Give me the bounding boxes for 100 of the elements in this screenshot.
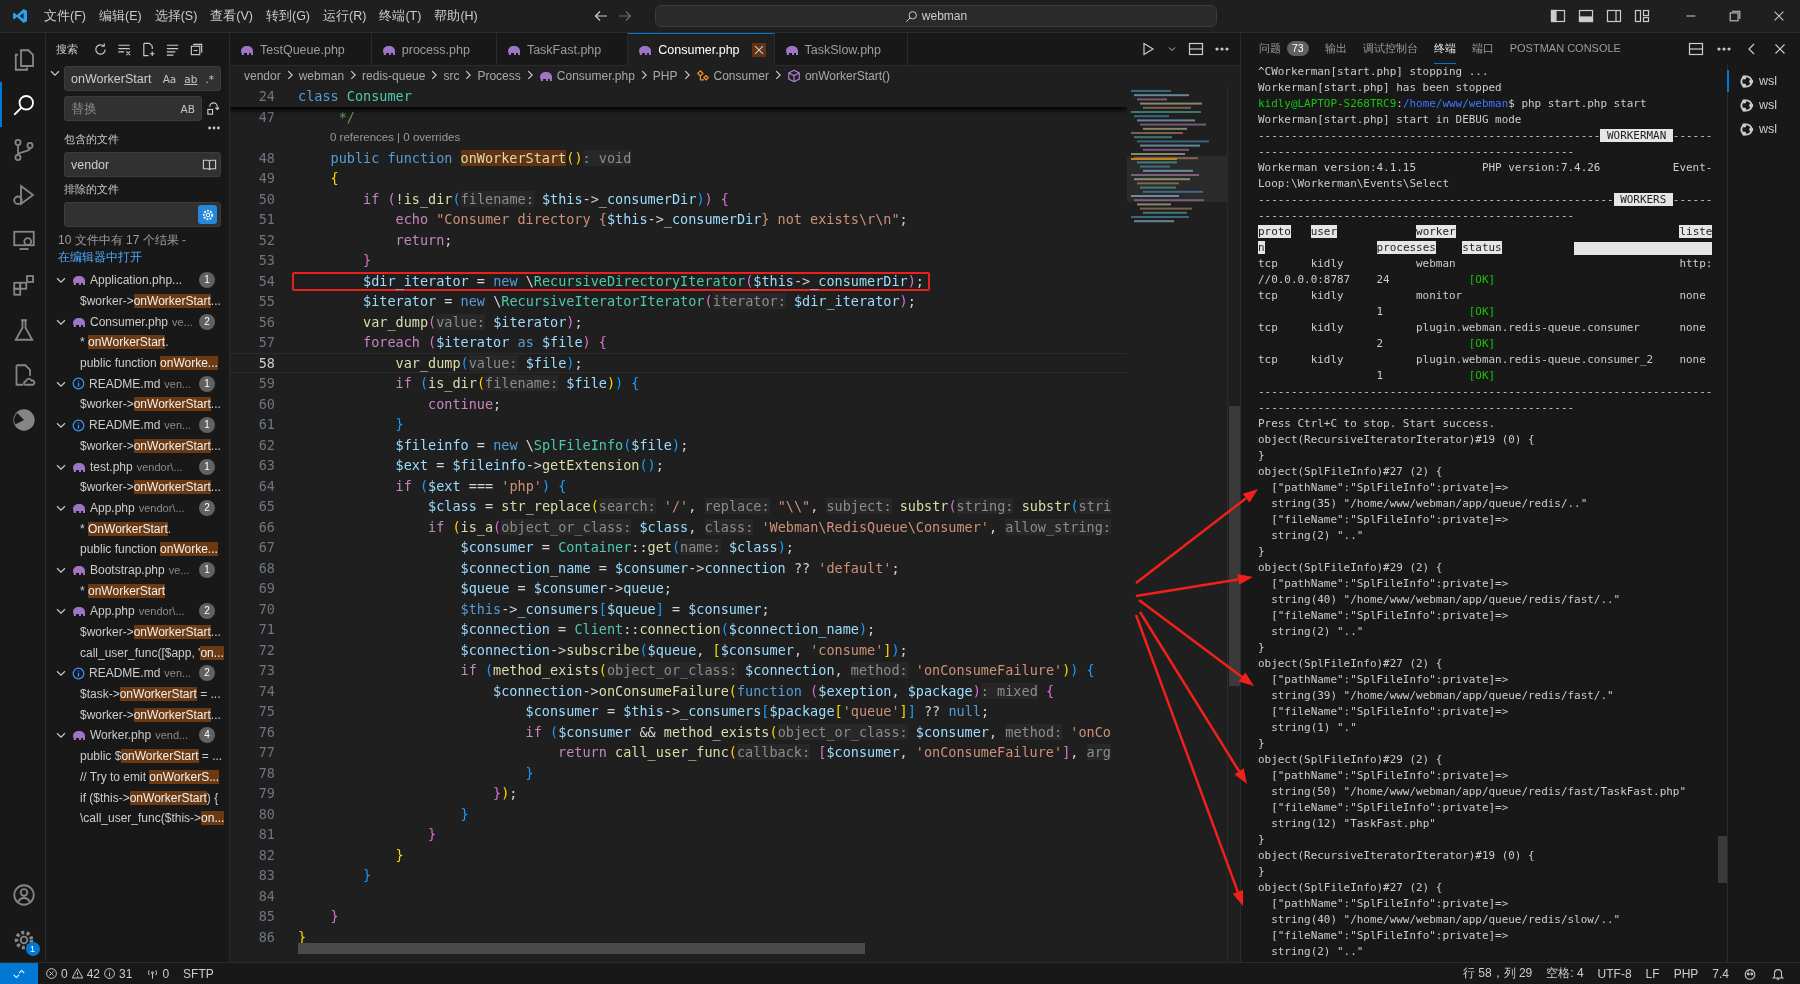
- account-icon[interactable]: [11, 882, 36, 907]
- terminal-instance[interactable]: wsl: [1727, 94, 1800, 116]
- panel-tab[interactable]: 问题 73: [1259, 33, 1309, 64]
- preserve-case-toggle[interactable]: AB: [177, 100, 198, 117]
- terminal-layout-icon[interactable]: [1688, 40, 1704, 57]
- breadcrumb-item[interactable]: vendor: [244, 69, 281, 83]
- panel-toggle-icon[interactable]: [1578, 8, 1594, 24]
- menu-item[interactable]: 帮助(H): [428, 4, 484, 28]
- file-name[interactable]: Application.php...: [90, 273, 183, 288]
- breadcrumb-item[interactable]: PHP: [652, 69, 678, 83]
- search-option-toggle[interactable]: ab: [181, 70, 201, 87]
- breadcrumb-item[interactable]: Consumer.php: [556, 69, 635, 83]
- file-name[interactable]: Worker.php: [90, 728, 152, 743]
- editor-tab[interactable]: TestQueue.php: [230, 33, 372, 66]
- editor-tab[interactable]: Consumer.php: [628, 33, 775, 66]
- problems-button[interactable]: 0 42 31: [38, 963, 140, 984]
- list-view-icon[interactable]: [165, 42, 180, 57]
- panel-tab[interactable]: POSTMAN CONSOLE: [1509, 33, 1621, 64]
- replace-all-icon[interactable]: [206, 101, 221, 116]
- forward-arrow-icon[interactable]: [617, 8, 633, 24]
- search-option-toggle[interactable]: .*: [202, 70, 217, 87]
- ports-button[interactable]: 0: [139, 963, 177, 984]
- new-file-icon[interactable]: [141, 42, 156, 57]
- flask-icon[interactable]: [11, 317, 36, 342]
- terminal-instance[interactable]: wsl: [1727, 118, 1800, 140]
- file-name[interactable]: README.md: [89, 418, 161, 433]
- menu-item[interactable]: 编辑(E): [92, 4, 148, 28]
- run-icon[interactable]: [1140, 41, 1156, 57]
- file-name[interactable]: README.md: [89, 666, 161, 681]
- collapse-all-icon[interactable]: [189, 42, 204, 57]
- file-name[interactable]: App.php: [90, 500, 135, 515]
- search-icon[interactable]: [11, 92, 36, 117]
- match-line[interactable]: public function onWorke...: [80, 542, 218, 557]
- panel-tab[interactable]: 调试控制台: [1362, 33, 1418, 64]
- include-field[interactable]: vendor: [64, 152, 221, 177]
- line-ending[interactable]: LF: [1638, 963, 1667, 984]
- terminal-scrollbar[interactable]: [1718, 836, 1727, 883]
- indentation[interactable]: 空格: 4: [1539, 963, 1591, 984]
- panel-tab[interactable]: 终端: [1433, 33, 1456, 64]
- encoding[interactable]: UTF-8: [1590, 963, 1639, 984]
- split-editor-icon[interactable]: [1188, 41, 1204, 57]
- include-input[interactable]: vendor: [71, 157, 200, 172]
- file-name[interactable]: README.md: [89, 376, 161, 391]
- exclude-field[interactable]: [64, 202, 221, 227]
- horizontal-scrollbar[interactable]: [298, 943, 865, 954]
- restore-icon[interactable]: [1728, 9, 1742, 23]
- sidebar-toggle-icon[interactable]: [1550, 8, 1566, 24]
- clear-results-icon[interactable]: [117, 42, 132, 57]
- bell-icon[interactable]: [1771, 966, 1785, 981]
- replace-input[interactable]: 替换: [71, 101, 176, 116]
- terminal-line: ["fileName":"SplFileInfo":private]=>: [1270, 928, 1510, 944]
- menu-item[interactable]: 终端(T): [373, 4, 428, 28]
- refresh-icon[interactable]: [93, 42, 108, 57]
- editor-tab[interactable]: process.php: [371, 33, 497, 66]
- language-mode[interactable]: PHP: [1666, 963, 1706, 984]
- breadcrumb-item[interactable]: Consumer: [713, 69, 769, 83]
- breadcrumb-item[interactable]: webman: [298, 69, 345, 83]
- line-number: 59: [257, 374, 275, 393]
- menu-item[interactable]: 查看(V): [204, 4, 259, 28]
- breadcrumb-item[interactable]: onWorkerStart(): [804, 69, 891, 83]
- breadcrumb-item[interactable]: redis-queue: [362, 69, 426, 83]
- vertical-scrollbar[interactable]: [1229, 406, 1240, 686]
- breadcrumb-item[interactable]: src: [443, 69, 460, 83]
- panel-tab[interactable]: 端口: [1471, 33, 1494, 64]
- search-field[interactable]: onWorkerStart Aa ab .*: [64, 66, 221, 91]
- cursor-position[interactable]: 行 58，列 29: [1455, 963, 1540, 984]
- pie-icon[interactable]: [11, 407, 36, 432]
- layout-grid-icon[interactable]: [1634, 8, 1650, 24]
- sftp-button[interactable]: SFTP: [176, 963, 221, 984]
- match-line[interactable]: public function onWorke...: [80, 356, 218, 371]
- file-name[interactable]: test.php: [90, 459, 133, 474]
- open-in-editor-link[interactable]: 在编辑器中打开: [58, 249, 142, 266]
- file-name[interactable]: Bootstrap.php: [90, 562, 165, 577]
- split-layout-icon[interactable]: [1606, 8, 1622, 24]
- file-name[interactable]: Consumer.php: [90, 314, 169, 329]
- run-debug-icon[interactable]: [11, 182, 36, 207]
- close-icon[interactable]: [1772, 9, 1786, 23]
- line-number: 48: [257, 148, 275, 168]
- menu-item[interactable]: 转到(G): [260, 4, 317, 28]
- breadcrumb-item[interactable]: Process: [477, 69, 521, 83]
- extensions-icon[interactable]: [11, 272, 36, 297]
- terminal-instance[interactable]: wsl: [1727, 70, 1800, 92]
- command-center-search[interactable]: webman: [655, 5, 1217, 27]
- match-line[interactable]: \call_user_func($this->on...: [80, 811, 225, 826]
- book-icon[interactable]: [202, 157, 217, 172]
- menu-item[interactable]: 运行(R): [317, 4, 373, 28]
- copilot-icon[interactable]: [1743, 966, 1757, 981]
- menu-item[interactable]: 文件(F): [38, 4, 92, 28]
- match-line[interactable]: call_user_func([$app, 'on...: [80, 645, 224, 660]
- exclude-settings-toggle[interactable]: [198, 205, 217, 224]
- search-input[interactable]: onWorkerStart: [71, 71, 158, 86]
- editor-tab[interactable]: TaskSlow.php: [774, 33, 908, 66]
- menu-item[interactable]: 选择(S): [148, 4, 204, 28]
- code-lens[interactable]: 0 references | 0 overrides: [330, 127, 461, 148]
- php-version[interactable]: 7.4: [1705, 963, 1736, 984]
- back-arrow-icon[interactable]: [593, 8, 609, 24]
- file-name[interactable]: App.php: [90, 604, 135, 619]
- search-option-toggle[interactable]: Aa: [159, 70, 180, 87]
- panel-tab[interactable]: 输出: [1324, 33, 1347, 64]
- replace-field[interactable]: 替换 AB: [64, 96, 202, 121]
